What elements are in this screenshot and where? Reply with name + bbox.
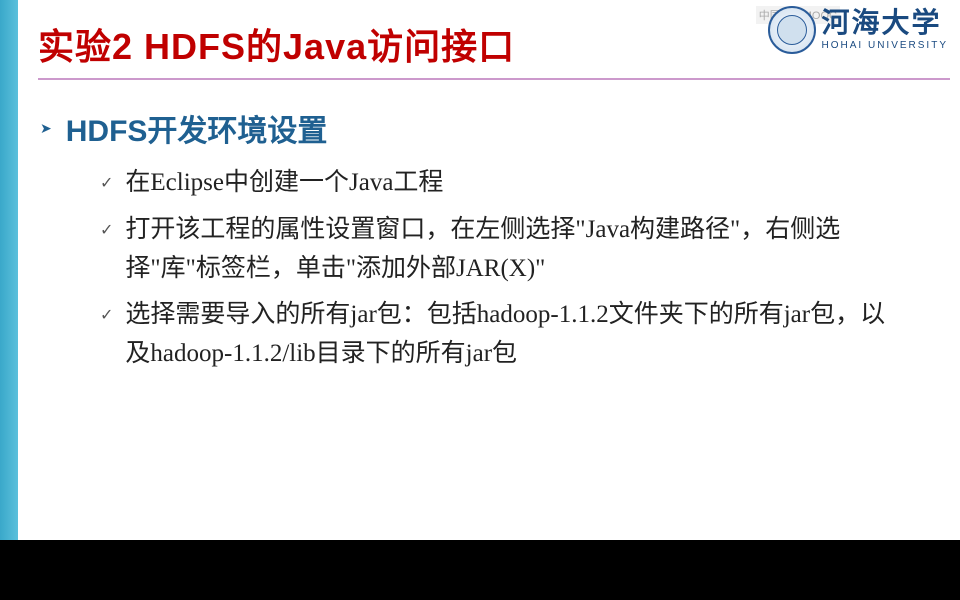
slide-content: 中国大学MOOC 河海大学 HOHAI UNIVERSITY 实验2 HDFS的… xyxy=(18,0,960,540)
logo-chinese: 河海大学 xyxy=(822,10,942,38)
bullet-text: 选择需要导入的所有jar包：包括hadoop-1.1.2文件夹下的所有jar包，… xyxy=(125,296,905,374)
logo-seal-icon xyxy=(768,6,816,54)
section-heading-row: ➤ HDFS开发环境设置 xyxy=(38,106,950,150)
check-icon: ✓ xyxy=(100,172,113,197)
arrow-bullet-icon: ➤ xyxy=(40,120,52,137)
logo-english: HOHAI UNIVERSITY xyxy=(822,40,948,51)
video-black-bar xyxy=(0,540,960,600)
left-accent-bar xyxy=(0,0,18,540)
section-heading: HDFS开发环境设置 xyxy=(66,106,328,150)
university-logo: 河海大学 HOHAI UNIVERSITY xyxy=(768,6,948,54)
list-item: ✓ 在Eclipse中创建一个Java工程 xyxy=(100,164,950,203)
bullet-text: 在Eclipse中创建一个Java工程 xyxy=(125,164,443,203)
list-item: ✓ 选择需要导入的所有jar包：包括hadoop-1.1.2文件夹下的所有jar… xyxy=(100,296,950,374)
check-icon: ✓ xyxy=(100,219,113,244)
slide-container: 中国大学MOOC 河海大学 HOHAI UNIVERSITY 实验2 HDFS的… xyxy=(0,0,960,540)
check-icon: ✓ xyxy=(100,304,113,329)
logo-text-block: 河海大学 HOHAI UNIVERSITY xyxy=(822,10,948,51)
bullet-list: ✓ 在Eclipse中创建一个Java工程 ✓ 打开该工程的属性设置窗口，在左侧… xyxy=(100,164,950,374)
list-item: ✓ 打开该工程的属性设置窗口，在左侧选择"Java构建路径"，右侧选择"库"标签… xyxy=(100,211,950,289)
bullet-text: 打开该工程的属性设置窗口，在左侧选择"Java构建路径"，右侧选择"库"标签栏，… xyxy=(125,211,905,289)
